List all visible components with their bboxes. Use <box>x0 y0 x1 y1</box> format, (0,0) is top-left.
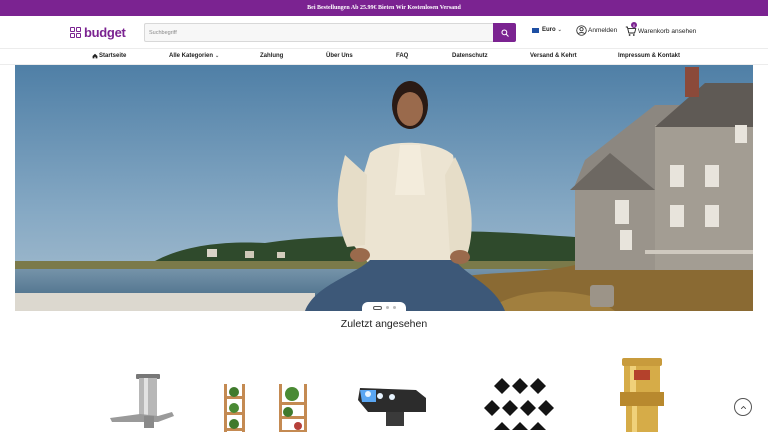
slider-dot[interactable] <box>392 306 396 309</box>
nav-item-label: FAQ <box>396 53 409 59</box>
nav-item-datenschutz[interactable]: Datenschutz <box>452 53 488 59</box>
nav-item-versand[interactable]: Versand & Kehrt <box>530 53 577 59</box>
eu-flag-icon <box>532 27 539 33</box>
cart-link[interactable]: 0 Warenkorb ansehen <box>625 22 697 37</box>
currency-selector[interactable]: Euro ⌄ <box>532 27 562 33</box>
nav-item-label: Alle Kategorien <box>169 53 214 59</box>
nav-item-label: Datenschutz <box>452 53 488 59</box>
plant-stand-icon <box>224 384 307 432</box>
login-label: Anmelden <box>588 27 618 34</box>
login-link[interactable]: Anmelden <box>576 25 617 36</box>
nav-item-label: Über Uns <box>326 53 353 59</box>
nav-item-ueber-uns[interactable]: Über Uns <box>326 53 353 59</box>
chevron-down-icon: ⌄ <box>557 27 562 33</box>
product-card[interactable] <box>480 350 580 432</box>
logo-text: budget <box>84 25 126 40</box>
search-icon <box>500 28 509 37</box>
chevron-down-icon: ⌄ <box>215 53 220 59</box>
logo-mark-icon <box>70 26 82 39</box>
promo-text: Bei Bestellungen Ab 25.99€ Bieten Wir Ko… <box>307 5 461 11</box>
scroll-to-top-button[interactable] <box>734 398 752 416</box>
nav-item-label: Versand & Kehrt <box>530 53 577 59</box>
hero-image <box>15 65 753 311</box>
slider-dots <box>362 302 406 313</box>
beer-tap-icon <box>110 374 174 428</box>
nav-item-impressum[interactable]: Impressum & Kontakt <box>618 53 680 59</box>
nav-item-label: Zahlung <box>260 53 284 59</box>
slider-dot[interactable] <box>372 305 382 310</box>
cart-count-badge: 0 <box>631 22 637 28</box>
section-title: Zuletzt angesehen <box>340 318 428 330</box>
promo-bar: Bei Bestellungen Ab 25.99€ Bieten Wir Ko… <box>0 0 768 16</box>
nav-item-label: Impressum & Kontakt <box>618 53 681 59</box>
logo[interactable]: budget <box>70 25 126 40</box>
nav-item-zahlung[interactable]: Zahlung <box>260 53 283 59</box>
search-button[interactable] <box>493 23 516 42</box>
search-bar <box>144 23 516 42</box>
slider-dot[interactable] <box>385 306 389 309</box>
product-card[interactable] <box>214 350 314 432</box>
product-card[interactable] <box>346 350 446 432</box>
cart-label: Warenkorb ansehen <box>638 27 697 35</box>
currency-label: Euro <box>542 27 556 33</box>
nav-item-faq[interactable]: FAQ <box>396 53 408 59</box>
chevron-up-icon <box>740 405 746 409</box>
nav-item-label: Startseite <box>99 53 127 59</box>
search-input[interactable] <box>144 23 493 42</box>
car-light-icon <box>358 388 426 426</box>
user-icon <box>576 25 587 36</box>
main-nav: Startseite Alle Kategorien ⌄ Zahlung Übe… <box>0 48 768 65</box>
rubber-pads-icon <box>484 378 554 430</box>
nav-item-startseite[interactable]: Startseite <box>92 53 126 59</box>
hero-banner[interactable] <box>15 65 753 311</box>
product-card[interactable] <box>100 350 200 432</box>
home-icon <box>92 53 98 59</box>
nav-item-alle-kategorien[interactable]: Alle Kategorien ⌄ <box>169 53 219 59</box>
product-card[interactable] <box>606 350 706 432</box>
brass-fitting-icon <box>620 358 664 432</box>
